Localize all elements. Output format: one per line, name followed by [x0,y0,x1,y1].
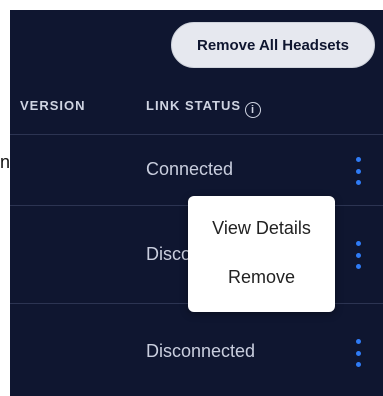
row-2-kebab-menu-icon[interactable] [353,241,363,269]
row-divider [10,134,383,135]
remove-all-headsets-button[interactable]: Remove All Headsets [171,22,375,68]
column-header-version: VERSION [20,98,86,113]
row-context-menu: View Details Remove [188,196,335,312]
row-2-link-status: Disco [146,244,192,264]
row-1-kebab-menu-icon[interactable] [353,157,363,185]
row-1-link-status: Connected [146,159,234,179]
remove-menu-item[interactable]: Remove [188,267,335,288]
partial-text-fragment: n [0,152,11,172]
row-3-kebab-menu-icon[interactable] [353,339,363,367]
row-3-link-status: Disconnected [146,341,256,361]
link-status-label: LINK STATUS [146,98,242,113]
view-details-menu-item[interactable]: View Details [188,218,335,239]
info-icon[interactable]: i [245,102,262,118]
column-header-link-status: LINK STATUS i [146,98,262,118]
